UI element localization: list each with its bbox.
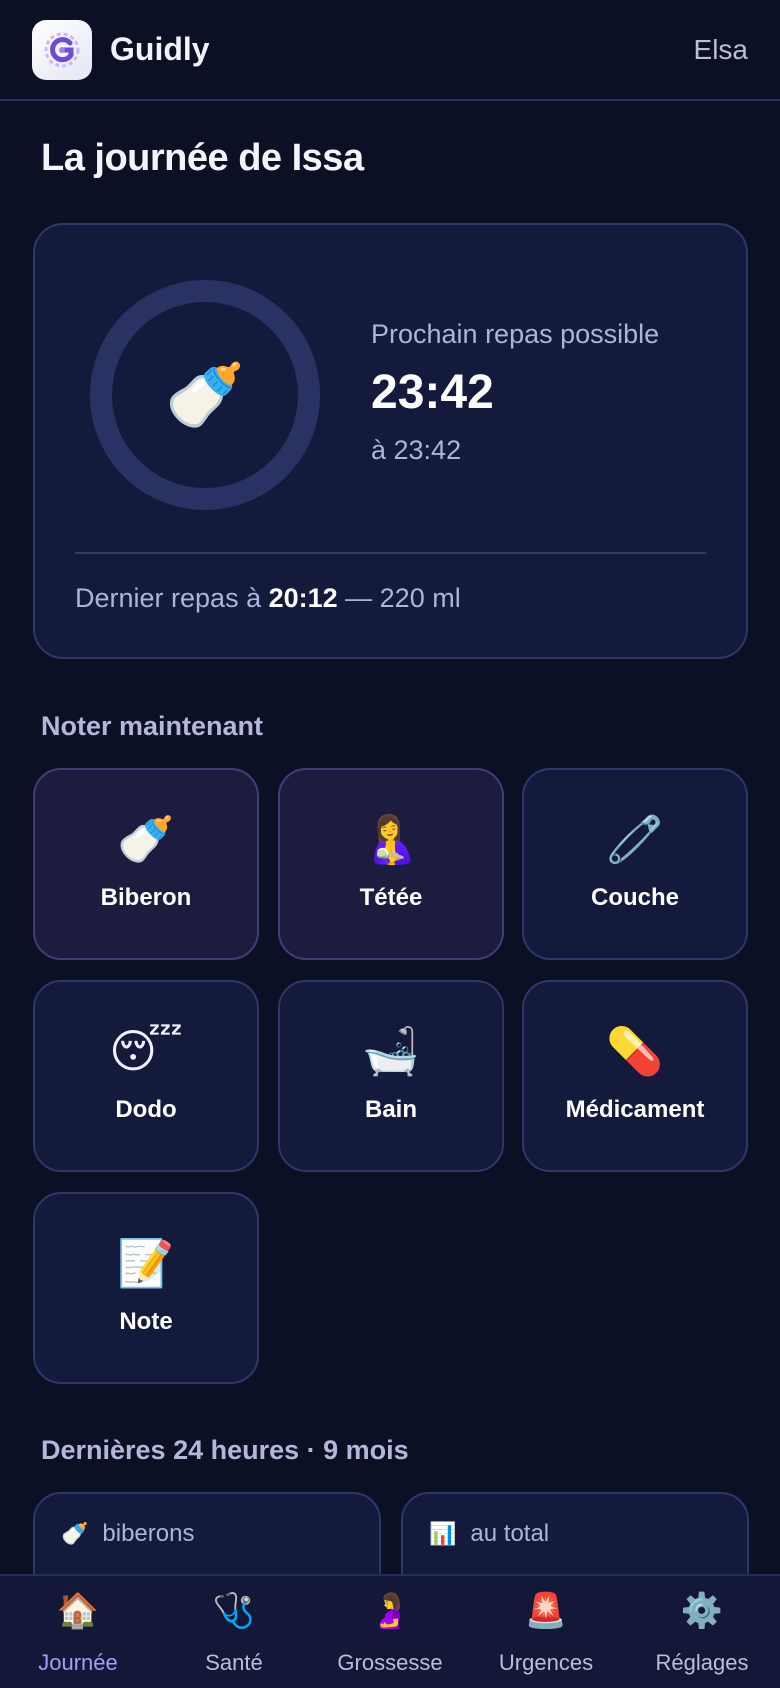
next-meal-label: Prochain repas possible	[371, 319, 660, 349]
app-name: Guidly	[110, 31, 210, 67]
tab-grossesse[interactable]: 🤰 Grossesse	[312, 1576, 468, 1688]
tile-label: Biberon	[100, 884, 192, 911]
guidly-logo-icon[interactable]	[32, 19, 92, 80]
pill-icon: 💊	[606, 1025, 664, 1077]
quick-log-title: Noter maintenant	[41, 711, 264, 741]
tab-sante[interactable]: 🩺 Santé	[156, 1576, 312, 1688]
tab-label: Journée	[38, 1650, 118, 1675]
tab-label: Santé	[205, 1650, 263, 1675]
tab-journee[interactable]: 🏠 Journée	[0, 1576, 156, 1688]
stat-label: au total	[470, 1520, 550, 1547]
tab-label: Grossesse	[337, 1650, 443, 1675]
sleeping-face-icon: 😴	[109, 1025, 183, 1077]
safety-pin-icon: 🧷	[606, 813, 664, 865]
log-medication-button[interactable]: 💊 Médicament	[522, 980, 748, 1172]
last-meal-prefix: Dernier repas à	[75, 583, 269, 613]
top-bar: Guidly Elsa	[0, 0, 780, 101]
tile-label: Bain	[364, 1096, 417, 1123]
house-icon: 🏠	[56, 1592, 100, 1630]
breastfeeding-icon: 🤱	[362, 813, 420, 865]
bottom-navigation: 🏠 Journée 🩺 Santé 🤰 Grossesse 🚨 Urgences…	[0, 1574, 780, 1688]
stats-title: Dernières 24 heures · 9 mois	[41, 1435, 409, 1465]
tab-urgences[interactable]: 🚨 Urgences	[468, 1576, 624, 1688]
log-sleep-button[interactable]: 😴 Dodo	[33, 980, 259, 1172]
memo-icon: 📝	[117, 1237, 175, 1289]
last-meal-time: 20:12	[268, 583, 338, 613]
tile-label: Médicament	[565, 1096, 705, 1123]
bar-chart-icon: 📊	[429, 1521, 457, 1546]
tab-label: Réglages	[655, 1650, 749, 1675]
tile-label: Note	[119, 1308, 173, 1335]
siren-icon: 🚨	[524, 1592, 568, 1630]
next-meal-card: 🍼 Prochain repas possible 23:42 à 23:42 …	[33, 223, 748, 659]
user-name[interactable]: Elsa	[694, 34, 748, 66]
stat-header: 🍼 biberons	[61, 1520, 353, 1548]
countdown-ring: 🍼	[90, 280, 320, 510]
gear-icon: ⚙️	[680, 1592, 724, 1630]
tile-label: Dodo	[115, 1096, 177, 1123]
stat-header: 📊 au total	[429, 1520, 721, 1548]
log-bottle-button[interactable]: 🍼 Biberon	[33, 768, 259, 960]
log-note-button[interactable]: 📝 Note	[33, 1192, 259, 1384]
tile-label: Tétée	[359, 884, 423, 911]
last-meal-amount: — 220 ml	[337, 583, 461, 613]
stat-label: biberons	[102, 1520, 195, 1547]
baby-bottle-icon: 🍼	[61, 1521, 89, 1546]
pregnant-woman-icon: 🤰	[368, 1592, 412, 1630]
baby-bottle-icon: 🍼	[117, 813, 175, 865]
last-meal-info: Dernier repas à 20:12 — 220 ml	[75, 583, 461, 614]
tab-reglages[interactable]: ⚙️ Réglages	[624, 1576, 780, 1688]
app-root: Guidly Elsa La journée de Issa 🍼 Prochai…	[0, 0, 780, 1688]
divider	[75, 552, 706, 554]
stethoscope-icon: 🩺	[212, 1592, 256, 1630]
log-diaper-button[interactable]: 🧷 Couche	[522, 768, 748, 960]
page-title: La journée de Issa	[41, 137, 364, 179]
tile-label: Couche	[590, 884, 679, 911]
baby-bottle-icon: 🍼	[165, 359, 245, 431]
tab-label: Urgences	[498, 1650, 594, 1675]
log-breastfeed-button[interactable]: 🤱 Tétée	[278, 768, 504, 960]
log-bath-button[interactable]: 🛁 Bain	[278, 980, 504, 1172]
next-meal-at: à 23:42	[371, 435, 462, 465]
next-meal-time: 23:42	[371, 366, 494, 419]
bathtub-icon: 🛁	[362, 1025, 420, 1077]
